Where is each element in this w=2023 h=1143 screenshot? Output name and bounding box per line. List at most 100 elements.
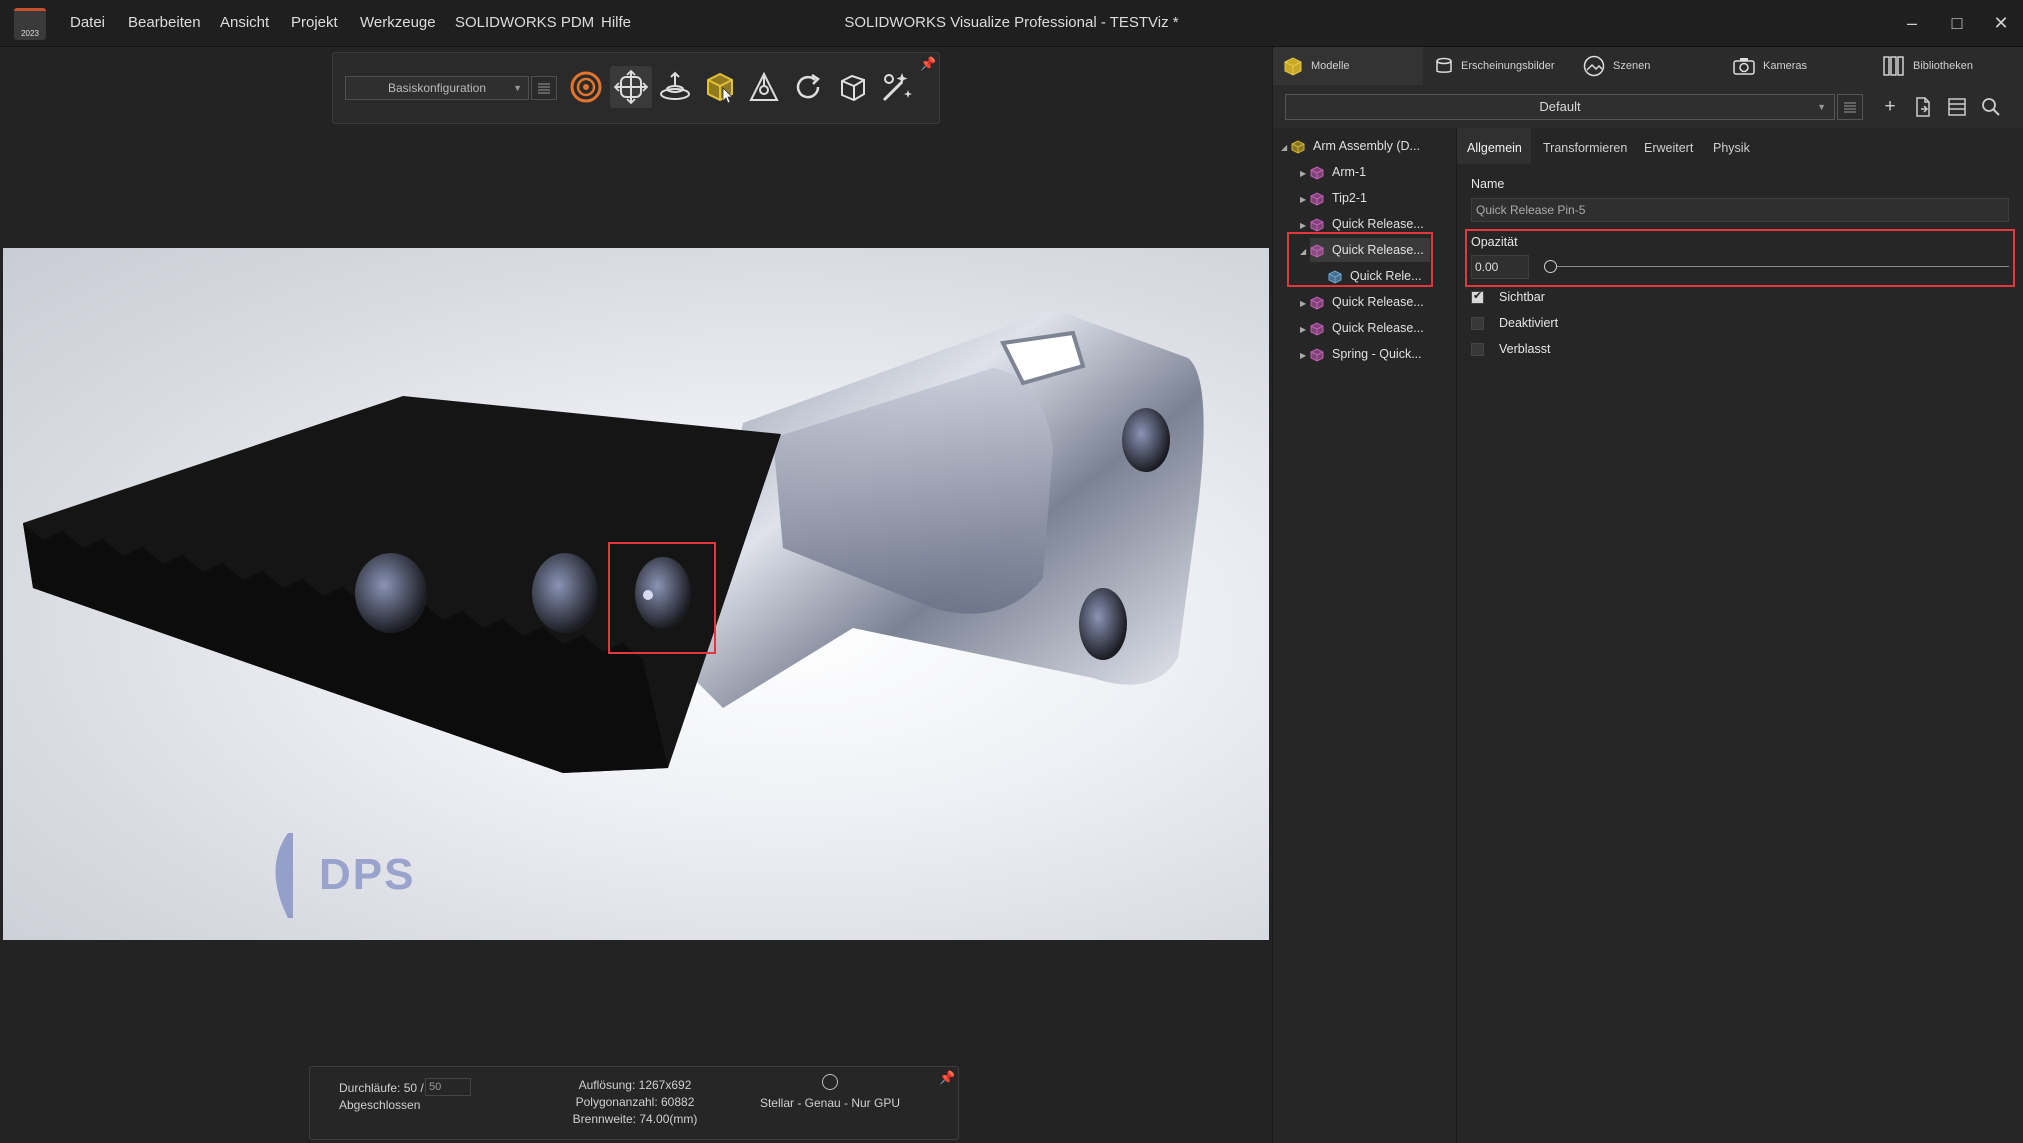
checkbox-label: Sichtbar xyxy=(1499,290,1545,304)
box-icon[interactable] xyxy=(836,70,870,104)
collapsed-arrow-icon[interactable]: ▶ xyxy=(1300,317,1310,343)
model-set-menu-button[interactable] xyxy=(1837,94,1863,120)
tree-node[interactable]: ▶ Quick Release... xyxy=(1300,315,1424,341)
name-input[interactable]: Quick Release Pin-5 xyxy=(1471,198,2009,222)
chevron-down-icon: ▼ xyxy=(513,83,522,93)
tab-bibliotheken[interactable]: Bibliotheken xyxy=(1883,47,2003,85)
tab-szenen[interactable]: Szenen xyxy=(1583,47,1683,85)
tree-node[interactable]: ▶ Spring - Quick... xyxy=(1300,341,1422,367)
pin-icon[interactable]: 📌 xyxy=(920,56,936,71)
maximize-button[interactable]: □ xyxy=(1946,12,1968,34)
configuration-select[interactable]: Basiskonfiguration ▼ xyxy=(345,76,529,100)
tree-node-label: Quick Release... xyxy=(1332,295,1424,309)
checkbox-label: Deaktiviert xyxy=(1499,316,1559,330)
checkbox-label: Verblasst xyxy=(1499,342,1551,356)
collapsed-arrow-icon[interactable]: ▶ xyxy=(1300,291,1310,317)
tip-hole-1 xyxy=(355,553,427,633)
name-label: Name xyxy=(1471,177,1505,191)
checkbox-deaktiviert[interactable] xyxy=(1471,317,1484,330)
magic-wand-icon[interactable] xyxy=(880,70,914,104)
configuration-value: Basiskonfiguration xyxy=(387,81,487,95)
passes-label: Durchläufe: 50 / xyxy=(339,1081,424,1095)
dps-watermark: DPS xyxy=(319,850,416,899)
part-cube-icon xyxy=(1310,218,1324,232)
chevron-down-icon: ▼ xyxy=(1817,102,1826,112)
tab-modelle[interactable]: Modelle xyxy=(1273,47,1423,85)
tab-allgemein[interactable]: Allgemein xyxy=(1467,141,1522,155)
library-icon xyxy=(1883,56,1904,76)
close-button[interactable]: ✕ xyxy=(1990,12,2012,34)
part-cube-icon xyxy=(1310,192,1324,206)
tree-node-label: Quick Release... xyxy=(1332,217,1424,231)
list-icon xyxy=(538,83,550,94)
expanded-arrow-icon[interactable]: ◢ xyxy=(1281,135,1291,161)
render-mode-text: Stellar - Genau - Nur GPU xyxy=(759,1096,901,1110)
model-cube-icon xyxy=(1284,57,1302,76)
highlight-box-tree xyxy=(1287,232,1433,287)
status-pin-icon[interactable]: 📌 xyxy=(939,1070,955,1086)
tab-bibliotheken-label: Bibliotheken xyxy=(1913,60,1973,72)
window-title: SOLIDWORKS Visualize Professional - TEST… xyxy=(844,14,1179,31)
part-cube-icon xyxy=(1310,296,1324,310)
render-state: Abgeschlossen xyxy=(339,1098,421,1112)
floor-icon[interactable] xyxy=(658,70,692,104)
minimize-button[interactable]: – xyxy=(1901,12,1923,34)
appearance-icon xyxy=(1436,57,1452,73)
collapsed-arrow-icon[interactable]: ▶ xyxy=(1300,187,1310,213)
checkbox-verblasst[interactable] xyxy=(1471,343,1484,356)
model-set-value: Default xyxy=(1539,99,1581,114)
part-cube-icon xyxy=(1310,322,1324,336)
add-icon[interactable]: + xyxy=(1879,96,1901,118)
dps-logo-shape xyxy=(275,833,293,918)
part-cube-icon xyxy=(1291,140,1305,154)
checkbox-sichtbar[interactable]: ✔ xyxy=(1471,290,1484,304)
tree-node[interactable]: ◢ Arm Assembly (D... xyxy=(1281,133,1420,159)
configuration-menu-button[interactable] xyxy=(531,76,557,100)
focal-length-text: Brennweite: 74.00(mm) xyxy=(572,1112,698,1126)
tree-node[interactable]: ▶ Quick Release... xyxy=(1300,289,1424,315)
layout-icon[interactable] xyxy=(1947,97,1967,117)
tree-node[interactable]: ▶ Tip2-1 xyxy=(1300,185,1367,211)
tree-node-label: Arm-1 xyxy=(1332,165,1367,179)
search-icon[interactable] xyxy=(1981,97,2001,117)
tree-node-label: Tip2-1 xyxy=(1332,191,1367,205)
resolution-text: Auflösung: 1267x692 xyxy=(578,1078,692,1092)
model-set-select[interactable]: Default ▼ xyxy=(1285,94,1835,120)
passes-input[interactable]: 50 xyxy=(425,1078,471,1096)
select-part-icon[interactable] xyxy=(703,70,737,104)
highlight-box-pin xyxy=(608,542,716,654)
highlight-box-opacity xyxy=(1465,229,2015,287)
tab-modelle-label: Modelle xyxy=(1311,60,1350,72)
collapsed-arrow-icon[interactable]: ▶ xyxy=(1300,161,1310,187)
tree-node-label: Arm Assembly (D... xyxy=(1313,139,1420,153)
render-image[interactable]: DPS xyxy=(3,248,1269,940)
tab-erscheinungsbilder[interactable]: Erscheinungsbilder xyxy=(1433,47,1573,85)
checkmark-icon: ✔ xyxy=(1473,290,1483,302)
tip-hole-2 xyxy=(532,553,598,633)
metal-arm-hole-upper xyxy=(1122,408,1170,472)
origin-icon[interactable] xyxy=(747,70,781,104)
part-cube-icon xyxy=(1310,348,1324,362)
render-mode-icon xyxy=(822,1074,838,1090)
metal-arm-hole-lower xyxy=(1079,588,1127,660)
tree-node[interactable]: ▶ Arm-1 xyxy=(1300,159,1366,185)
tree-node-label: Quick Release... xyxy=(1332,321,1424,335)
tab-kameras[interactable]: Kameras xyxy=(1733,47,1833,85)
collapsed-arrow-icon[interactable]: ▶ xyxy=(1300,343,1310,369)
tab-physik[interactable]: Physik xyxy=(1713,141,1750,155)
target-icon[interactable] xyxy=(569,70,603,104)
tab-szenen-label: Szenen xyxy=(1613,60,1651,72)
import-file-icon[interactable] xyxy=(1913,97,1933,117)
tab-erscheinungsbilder-label: Erscheinungsbilder xyxy=(1461,60,1555,72)
tab-kameras-label: Kameras xyxy=(1763,60,1808,72)
tree-node-label: Spring - Quick... xyxy=(1332,347,1422,361)
polygon-count-text: Polygonanzahl: 60882 xyxy=(575,1095,695,1109)
camera-icon xyxy=(1733,58,1755,75)
tab-transformieren[interactable]: Transformieren xyxy=(1543,141,1627,155)
tab-erweitert[interactable]: Erweitert xyxy=(1644,141,1693,155)
list-icon xyxy=(1844,102,1856,113)
transform-icon[interactable] xyxy=(614,70,648,104)
scene-icon xyxy=(1583,55,1605,77)
part-cube-icon xyxy=(1310,166,1324,180)
refresh-icon[interactable] xyxy=(791,70,825,104)
